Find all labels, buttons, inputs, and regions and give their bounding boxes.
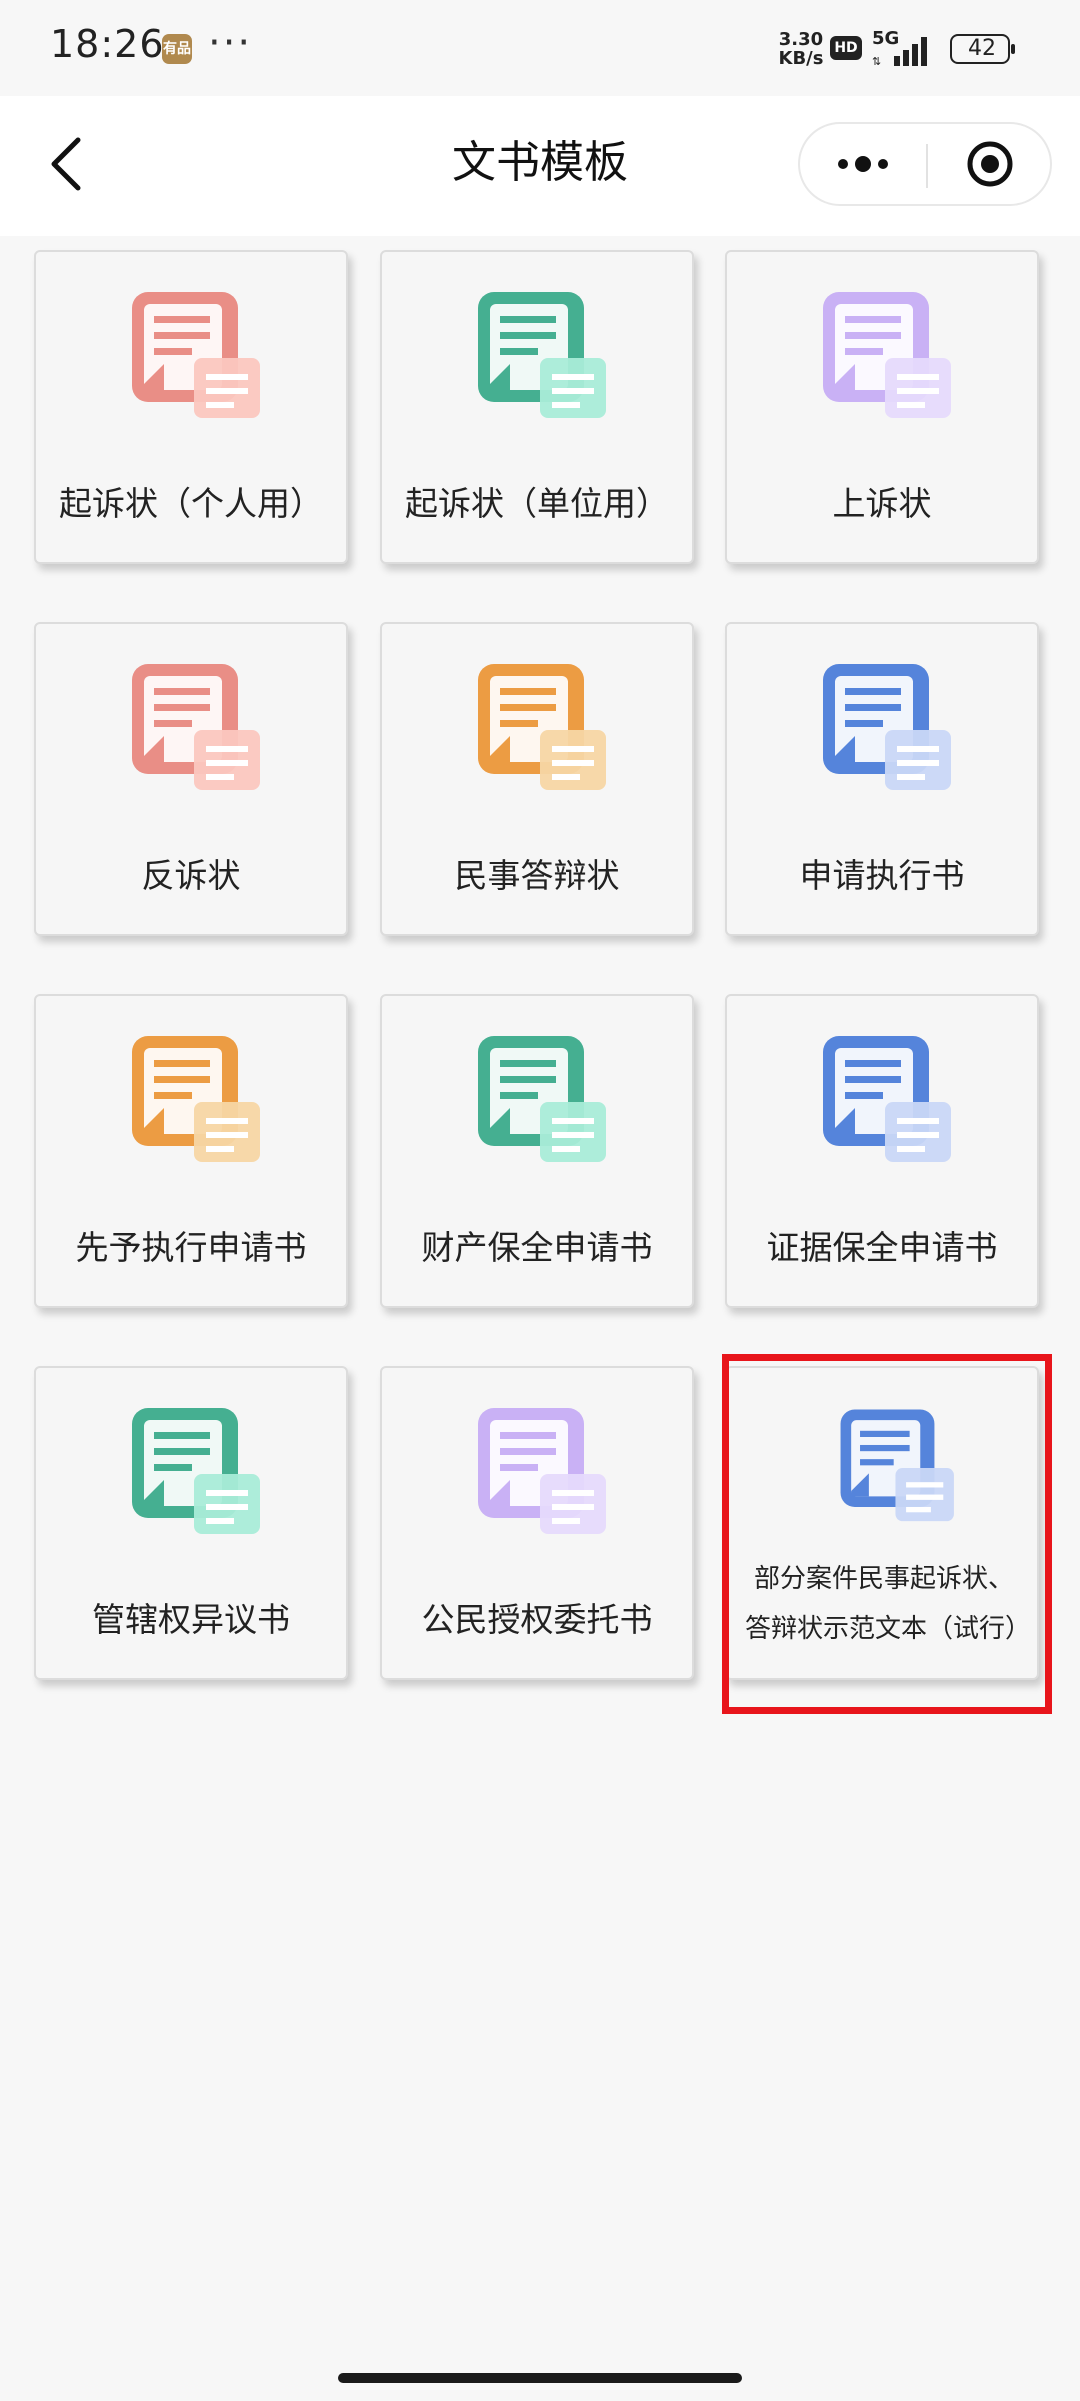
hd-badge: HD [830, 36, 862, 60]
nav-bar: 文书模板 [0, 96, 1080, 236]
chat-doc-icon [478, 664, 606, 790]
template-card[interactable]: 证据保全申请书 [725, 994, 1039, 1308]
more-dots-icon [838, 156, 888, 172]
template-card-label: 公民授权委托书 [421, 1600, 653, 1639]
template-card[interactable]: 民事答辩状 [380, 622, 694, 936]
chevron-left-icon [51, 137, 81, 191]
template-card[interactable]: 上诉状 [725, 250, 1039, 564]
template-card[interactable]: 部分案件民事起诉状、答辩状示范文本（试行） [725, 1366, 1039, 1680]
person-doc-icon [132, 292, 260, 418]
template-card-label: 起诉状（个人用） [59, 484, 323, 523]
more-button[interactable] [800, 124, 926, 204]
forward-doc-icon [132, 1036, 260, 1162]
building-doc-icon [478, 292, 606, 418]
template-card[interactable]: 财产保全申请书 [380, 994, 694, 1308]
template-card-label: 起诉状（单位用） [405, 484, 669, 523]
template-card[interactable]: 反诉状 [34, 622, 348, 936]
target-close-icon [967, 141, 1013, 187]
template-card-label: 财产保全申请书 [421, 1228, 653, 1267]
template-card-label: 部分案件民事起诉状、答辩状示范文本（试行） [745, 1564, 1032, 1644]
list-doc-icon [132, 1408, 260, 1534]
template-card[interactable]: 起诉状（个人用） [34, 250, 348, 564]
app-badge-icon: 有品 [162, 34, 192, 64]
back-button[interactable] [36, 124, 96, 204]
template-card[interactable]: 起诉状（单位用） [380, 250, 694, 564]
status-bar: 18:26 有品 ··· 3.30 KB/s HD 5G ⇅ 42 [0, 0, 1080, 96]
gavel-doc-icon [823, 664, 951, 790]
template-card-label: 证据保全申请书 [766, 1228, 998, 1267]
network-speed-value: 3.30 [778, 29, 824, 50]
network-speed-unit: KB/s [778, 48, 824, 69]
signal-icon: ⇅ [872, 37, 927, 66]
template-card[interactable]: 管辖权异议书 [34, 1366, 348, 1680]
home-indicator[interactable] [338, 2373, 742, 2383]
template-card-label: 反诉状 [141, 856, 241, 895]
status-time: 18:26 [50, 22, 165, 66]
template-card-label: 民事答辩状 [454, 856, 620, 895]
close-mini-program-button[interactable] [928, 124, 1052, 204]
battery-level: 42 [968, 36, 996, 61]
template-card-label: 上诉状 [832, 484, 932, 523]
sample-doc-icon [840, 1409, 954, 1522]
paper-doc-icon [823, 1036, 951, 1162]
template-card-label: 管辖权异议书 [92, 1600, 290, 1639]
transfer-doc-icon [478, 1408, 606, 1534]
network-speed: 3.30 KB/s [776, 30, 826, 68]
template-card[interactable]: 公民授权委托书 [380, 1366, 694, 1680]
svg-text:⇅: ⇅ [872, 55, 881, 66]
money-bag-doc-icon [478, 1036, 606, 1162]
more-notifications-icon: ··· [208, 20, 253, 66]
mini-program-capsule [798, 122, 1052, 206]
template-card-label: 先予执行申请书 [75, 1228, 307, 1267]
template-card[interactable]: 先予执行申请书 [34, 994, 348, 1308]
template-card-label: 申请执行书 [799, 856, 965, 895]
scales-doc-icon [823, 292, 951, 418]
template-card[interactable]: 申请执行书 [725, 622, 1039, 936]
calendar-return-doc-icon [132, 664, 260, 790]
